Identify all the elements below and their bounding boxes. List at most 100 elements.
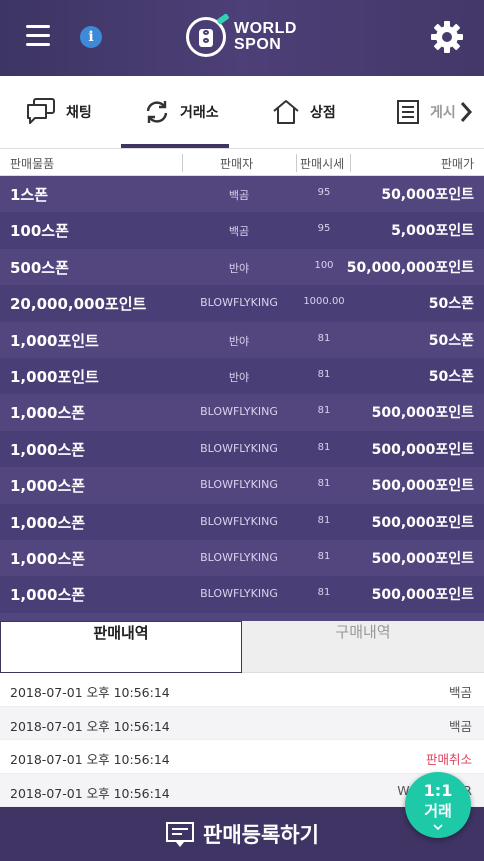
row-seller: BLOWFLYKING [200, 296, 278, 310]
row-rating: 81 [317, 405, 331, 417]
history-date: 2018-07-01 오후 10:56:14 [10, 785, 170, 801]
table-row[interactable]: 1,000포인트 반야 81 50스폰 [0, 357, 484, 395]
history-status: 판매취소 [425, 752, 472, 768]
table-row[interactable]: 1스폰 백곰 95 50,000포인트 [0, 176, 484, 213]
row-seller: 반야 [228, 334, 250, 348]
tab-chat-label: 채팅 [66, 105, 92, 121]
tab-shop-label: 상점 [310, 105, 336, 121]
row-seller: BLOWFLYKING [200, 550, 278, 564]
row-item: 1,000스폰 [10, 586, 86, 605]
row-rating: 1000.00 [303, 296, 345, 308]
row-price: 50스폰 [428, 296, 474, 313]
table-row[interactable]: 1,000스폰BLOWFLYKING81500,000포인트 [0, 576, 484, 613]
row-rating: 81 [317, 368, 331, 380]
row-seller: BLOWFLYKING [200, 478, 278, 492]
logo-mark-icon [186, 13, 230, 57]
row-seller: BLOWFLYKING [200, 514, 278, 528]
row-rating: 95 [317, 187, 331, 198]
history-date: 2018-07-01 오후 10:56:14 [10, 685, 170, 700]
col-divider [296, 154, 297, 172]
table-row[interactable]: 1,000스폰BLOWFLYKING81500,000포인트 [0, 539, 484, 577]
tab-shop[interactable]: 상점 [272, 76, 336, 148]
col-divider [182, 154, 183, 172]
register-icon [166, 822, 195, 847]
row-item: 1,000스폰 [10, 513, 86, 532]
table-row[interactable]: 1,000포인트 반야 81 50스폰 [0, 321, 484, 358]
chevron-right-icon[interactable] [458, 100, 474, 124]
col-seller: 판매자 [220, 157, 254, 171]
history-row[interactable]: 2018-07-01 오후 10:56:14 백곰 [0, 673, 484, 707]
logo-line2: SPON [234, 36, 282, 53]
row-item: 1,000스폰 [10, 477, 86, 496]
shop-icon [273, 100, 299, 124]
info-icon[interactable]: i [80, 26, 102, 48]
row-rating: 81 [317, 441, 331, 453]
logo-text: WORLD SPON [234, 21, 297, 53]
row-rating: 81 [317, 478, 331, 490]
col-divider [350, 154, 351, 172]
table-row[interactable]: 1,000스폰BLOWFLYKING81500,000포인트 [0, 503, 484, 540]
table-header: 판매물품 판매자 판매시세 판매가 [0, 148, 484, 176]
menu-icon[interactable] [26, 25, 50, 47]
gear-icon[interactable] [430, 20, 464, 54]
row-rating: 100 [314, 259, 334, 271]
tab-chat[interactable]: 채팅 [26, 76, 92, 148]
table-row[interactable]: 1,000스폰BLOWFLYKING81500,000포인트 [0, 612, 484, 621]
row-seller: BLOWFLYKING [200, 405, 278, 419]
tab-exchange[interactable]: 거래소 [144, 76, 219, 148]
row-price: 50스폰 [428, 368, 474, 385]
app-header: i WORLD SPON [0, 0, 484, 76]
tab-sales-history[interactable]: 판매내역 [0, 621, 242, 673]
row-item: 1,000스폰 [10, 404, 86, 423]
row-item: 20,000,000포인트 [10, 295, 147, 314]
row-price: 500,000포인트 [371, 478, 474, 495]
table-row[interactable]: 500스폰 반야 100 50,000,000포인트 [0, 248, 484, 286]
row-price: 5,000포인트 [391, 223, 474, 240]
history-row[interactable]: 2018-07-01 오후 10:56:14 판매취소 [0, 740, 484, 774]
tab-board-label: 게시 [430, 105, 456, 121]
fab-line1: 1:1 [423, 781, 453, 800]
row-seller: 반야 [228, 370, 250, 384]
row-item: 500스폰 [10, 258, 69, 277]
listing-table: 1스폰 백곰 95 50,000포인트 100스폰 백곰 95 5,000포인트 500스폰 반야… [0, 176, 484, 621]
history-tabs: 판매내역 구매내역 [0, 621, 484, 673]
row-seller: 반야 [228, 261, 250, 275]
row-rating: 81 [317, 514, 331, 526]
table-row[interactable]: 20,000,000포인트 BLOWFLYKING 1000.00 50스폰 [0, 285, 484, 322]
history-date: 2018-07-01 오후 10:56:14 [10, 752, 170, 768]
tab-board[interactable]: 게시 [396, 76, 456, 148]
chevron-down-icon [433, 824, 443, 830]
tab-exchange-label: 거래소 [180, 105, 219, 121]
col-price: 판매가 [440, 157, 474, 171]
logo: WORLD SPON [186, 13, 297, 58]
row-rating: 81 [317, 550, 331, 562]
row-price: 500,000포인트 [371, 550, 474, 567]
tab-purchase-history[interactable]: 구매내역 [242, 621, 484, 673]
row-item: 1,000포인트 [10, 331, 99, 350]
row-item: 1스폰 [10, 186, 49, 204]
row-price: 500,000포인트 [371, 405, 474, 422]
history-status: 백곰 [448, 718, 472, 734]
row-rating: 81 [317, 332, 331, 344]
col-rating: 판매시세 [300, 157, 345, 171]
one-to-one-trade-button[interactable]: 1:1 거래 [405, 772, 471, 838]
table-row[interactable]: 100스폰 백곰 95 5,000포인트 [0, 212, 484, 249]
table-row[interactable]: 1,000스폰 BLOWFLYKING 81 500,000포인트 [0, 394, 484, 431]
register-sale-label: 판매등록하기 [203, 823, 319, 847]
row-price: 50스폰 [428, 332, 474, 349]
table-row[interactable]: 1,000스폰 BLOWFLYKING 81 500,000포인트 [0, 467, 484, 504]
history-status: 백곰 [448, 685, 472, 700]
row-seller: 백곰 [228, 225, 250, 239]
exchange-icon [146, 101, 168, 123]
chat-icon [27, 98, 55, 124]
row-price: 500,000포인트 [371, 441, 474, 458]
history-date: 2018-07-01 오후 10:56:14 [10, 718, 170, 734]
row-price: 500,000포인트 [371, 587, 474, 604]
row-item: 1,000스폰 [10, 440, 86, 459]
history-row[interactable]: 2018-07-01 오후 10:56:14 백곰 [0, 706, 484, 741]
row-item: 1,000포인트 [10, 367, 99, 386]
table-row[interactable]: 1,000스폰BLOWFLYKING81500,000포인트 [0, 430, 484, 468]
row-price: 50,000포인트 [381, 187, 474, 203]
board-icon [397, 100, 419, 124]
row-seller: 백곰 [228, 189, 250, 202]
